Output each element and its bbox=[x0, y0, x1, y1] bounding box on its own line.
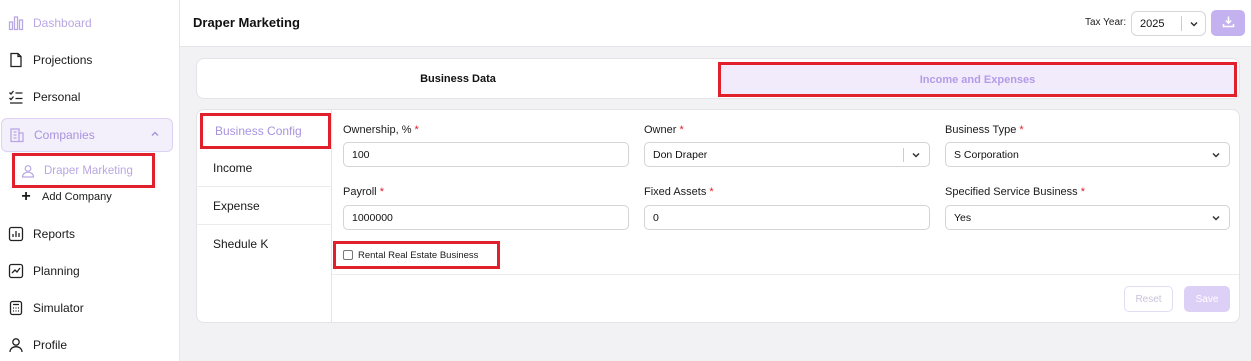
sidebar-item-label: Planning bbox=[33, 264, 80, 278]
sidebar-item-companies[interactable]: Companies bbox=[1, 118, 173, 152]
save-button[interactable]: Save bbox=[1184, 286, 1230, 312]
required-mark: * bbox=[709, 186, 714, 198]
rental-real-estate-checkbox[interactable] bbox=[343, 250, 353, 260]
specified-service-label-text: Specified Service Business bbox=[945, 186, 1078, 198]
subnav-expense[interactable]: Expense bbox=[197, 187, 331, 225]
fixed-assets-label-text: Fixed Assets bbox=[644, 186, 707, 198]
chevron-down-icon bbox=[1211, 150, 1221, 160]
required-mark: * bbox=[414, 124, 419, 136]
required-mark: * bbox=[1019, 124, 1024, 136]
chevron-up-icon[interactable] bbox=[150, 128, 160, 142]
rental-real-estate-label: Rental Real Estate Business bbox=[358, 249, 479, 261]
tax-year-value: 2025 bbox=[1140, 17, 1165, 30]
add-company-button[interactable]: + Add Company bbox=[20, 188, 112, 206]
fixed-assets-input[interactable]: 0 bbox=[644, 205, 930, 230]
bar-chart-icon bbox=[8, 15, 24, 31]
sidebar-item-label: Projections bbox=[33, 53, 93, 67]
business-type-select[interactable]: S Corporation bbox=[945, 142, 1230, 167]
sidebar-item-label: Simulator bbox=[33, 301, 84, 315]
fixed-assets-value: 0 bbox=[653, 211, 659, 224]
payroll-input[interactable]: 1000000 bbox=[343, 205, 629, 230]
chevron-down-icon bbox=[1182, 19, 1205, 29]
business-type-controls bbox=[1211, 143, 1229, 166]
rental-real-estate-checkbox-row[interactable]: Rental Real Estate Business bbox=[333, 241, 500, 269]
top-header: Draper Marketing Tax Year: 2025 bbox=[180, 0, 1251, 47]
sidebar-item-planning[interactable]: Planning bbox=[6, 255, 172, 287]
tax-year-label: Tax Year: bbox=[1085, 17, 1127, 28]
subnav-schedule-k[interactable]: Shedule K bbox=[197, 225, 331, 263]
ownership-label-text: Ownership, % bbox=[343, 124, 412, 136]
user-icon bbox=[21, 164, 35, 178]
specified-service-select[interactable]: Yes bbox=[945, 205, 1230, 230]
divider bbox=[332, 274, 1239, 275]
plus-icon: + bbox=[21, 188, 31, 205]
business-type-value: S Corporation bbox=[954, 148, 1019, 161]
business-config-card: Business Config Income Expense Shedule K… bbox=[196, 109, 1240, 323]
sidebar-item-profile[interactable]: Profile bbox=[6, 329, 172, 361]
page-title: Draper Marketing bbox=[193, 15, 300, 30]
reset-button[interactable]: Reset bbox=[1124, 286, 1173, 312]
sidebar-item-label: Companies bbox=[34, 128, 95, 142]
section-tabs: Business Data Income and Expenses bbox=[196, 58, 1240, 99]
payroll-value: 1000000 bbox=[352, 211, 393, 224]
owner-label: Owner * bbox=[644, 124, 684, 136]
building-icon bbox=[9, 127, 25, 143]
sidebar-item-label: Profile bbox=[33, 338, 68, 352]
sidebar: Dashboard Projections Personal Companies… bbox=[0, 0, 180, 361]
document-icon bbox=[8, 52, 24, 68]
sidebar-item-personal[interactable]: Personal bbox=[6, 81, 172, 113]
sidebar-item-label: Dashboard bbox=[33, 16, 92, 30]
subnav-business-config[interactable]: Business Config bbox=[200, 113, 331, 149]
tax-year-select[interactable]: 2025 bbox=[1131, 11, 1206, 36]
divider bbox=[903, 147, 904, 162]
business-type-label-text: Business Type bbox=[945, 124, 1017, 136]
sidebar-item-label: Reports bbox=[33, 227, 76, 241]
specified-service-value: Yes bbox=[954, 211, 972, 224]
specified-service-controls bbox=[1211, 206, 1229, 229]
planning-icon bbox=[8, 263, 24, 279]
sidebar-subitem-label: Draper Marketing bbox=[44, 164, 133, 177]
download-button[interactable] bbox=[1211, 10, 1245, 36]
required-mark: * bbox=[379, 186, 384, 198]
payroll-label: Payroll * bbox=[343, 186, 384, 198]
checklist-icon bbox=[8, 89, 24, 105]
ownership-input[interactable]: 100 bbox=[343, 142, 629, 167]
sidebar-item-projections[interactable]: Projections bbox=[6, 44, 172, 76]
sidebar-item-simulator[interactable]: Simulator bbox=[6, 292, 172, 324]
required-mark: * bbox=[679, 124, 684, 136]
owner-select-controls bbox=[903, 143, 929, 166]
tab-business-data[interactable]: Business Data bbox=[197, 59, 719, 98]
subnav-income[interactable]: Income bbox=[197, 149, 331, 187]
payroll-label-text: Payroll bbox=[343, 186, 377, 198]
ownership-value: 100 bbox=[352, 148, 370, 161]
specified-service-label: Specified Service Business * bbox=[945, 186, 1085, 198]
sidebar-item-label: Personal bbox=[33, 90, 81, 104]
chevron-down-icon bbox=[911, 150, 921, 160]
tab-income-and-expenses[interactable]: Income and Expenses bbox=[718, 62, 1237, 97]
config-subnav: Business Config Income Expense Shedule K bbox=[197, 110, 332, 322]
owner-value: Don Draper bbox=[653, 148, 708, 161]
required-mark: * bbox=[1080, 186, 1086, 198]
sidebar-item-reports[interactable]: Reports bbox=[6, 218, 172, 250]
add-company-label: Add Company bbox=[42, 191, 112, 203]
user-icon bbox=[8, 337, 24, 353]
owner-select[interactable]: Don Draper bbox=[644, 142, 930, 167]
business-type-label: Business Type * bbox=[945, 124, 1024, 136]
report-icon bbox=[8, 226, 24, 242]
download-icon bbox=[1222, 15, 1235, 31]
calculator-icon bbox=[8, 300, 24, 316]
owner-label-text: Owner bbox=[644, 124, 677, 136]
sidebar-item-dashboard[interactable]: Dashboard bbox=[6, 7, 172, 39]
fixed-assets-label: Fixed Assets * bbox=[644, 186, 714, 198]
chevron-down-icon bbox=[1211, 213, 1221, 223]
sidebar-subitem-draper-marketing[interactable]: Draper Marketing bbox=[12, 153, 155, 188]
ownership-label: Ownership, % * bbox=[343, 124, 419, 136]
